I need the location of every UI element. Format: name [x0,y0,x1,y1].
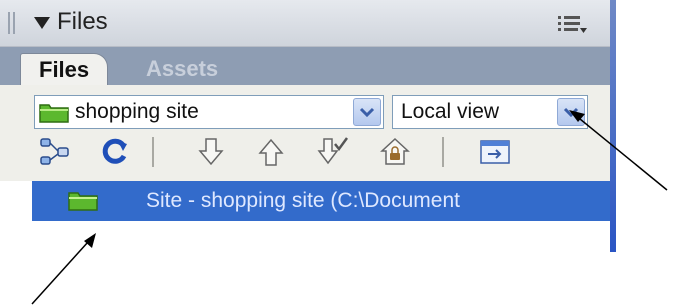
check-out-icon[interactable] [316,135,350,169]
site-tree: Site - shopping site (C:\Document [0,181,616,252]
panel-right-border [610,0,616,252]
tree-row-site-root[interactable]: Site - shopping site (C:\Document [32,181,616,221]
chevron-down-icon[interactable] [353,98,381,126]
put-files-icon[interactable] [254,135,288,169]
expand-panel-icon[interactable] [478,135,512,169]
view-select[interactable]: Local view [392,95,588,129]
chevron-down-icon[interactable] [557,98,585,126]
panel-options-icon[interactable] [556,13,588,35]
refresh-icon[interactable] [98,135,132,169]
panel-title: Files [57,8,108,35]
view-select-value: Local view [401,100,500,123]
site-select[interactable]: shopping site [34,95,384,129]
tab-files[interactable]: Files [20,53,109,86]
toolbar-separator [442,137,444,167]
get-files-icon[interactable] [194,135,228,169]
tree-row-label: Site - shopping site (C:\Document [146,189,460,212]
connect-to-remote-host-icon[interactable] [38,135,72,169]
tab-assets[interactable]: Assets [128,53,236,85]
check-in-icon[interactable] [378,135,412,169]
toolbar-separator [152,137,154,167]
tab-strip: Files Assets [0,47,616,86]
folder-icon [68,192,98,211]
files-toolbar: shopping site Local view [0,85,616,181]
panel-grip-icon[interactable] [8,12,16,34]
site-select-value: shopping site [75,100,199,123]
folder-icon [39,104,69,123]
files-panel: Files Files Assets shopping site Local v… [0,0,616,252]
triangle-down-icon[interactable] [34,17,50,29]
panel-titlebar[interactable]: Files [0,0,616,47]
